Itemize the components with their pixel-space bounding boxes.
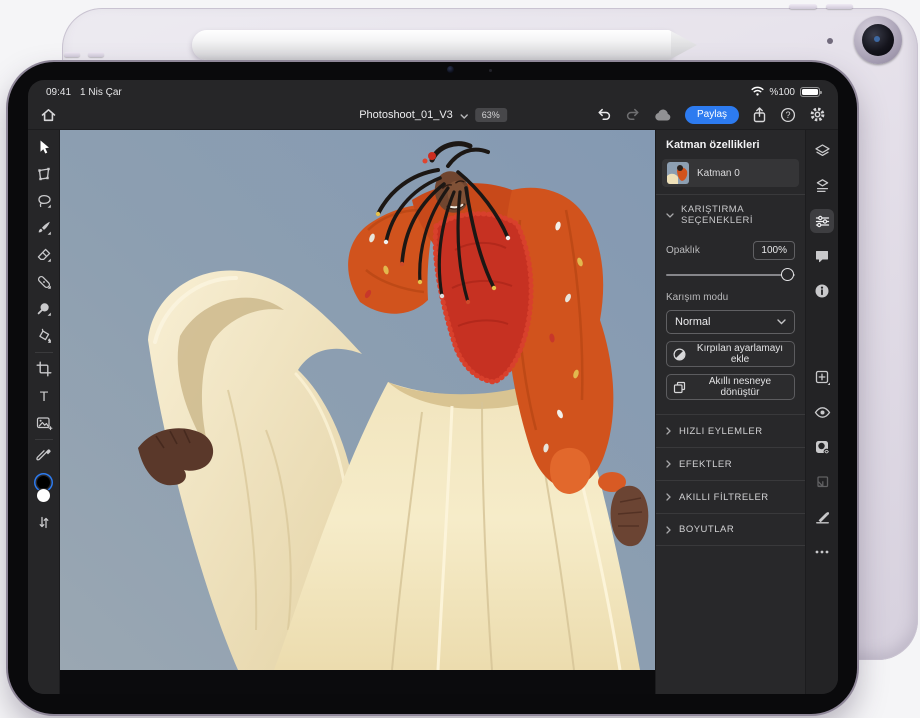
toolbar-divider xyxy=(35,439,53,440)
chevron-down-icon xyxy=(460,106,468,124)
undo-button[interactable] xyxy=(596,107,612,122)
blend-mode-dropdown[interactable]: Normal xyxy=(666,310,795,334)
blend-mode-label: Karışım modu xyxy=(666,292,795,303)
export-icon[interactable] xyxy=(752,107,767,123)
cloud-sync-icon[interactable] xyxy=(654,108,672,122)
swap-colors[interactable] xyxy=(35,513,53,531)
opacity-label: Opaklık xyxy=(666,245,700,256)
layer-name: Katman 0 xyxy=(697,168,740,179)
date: 1 Nis Çar xyxy=(80,87,122,98)
smart-object-icon xyxy=(673,381,686,394)
layer-stack-icon[interactable] xyxy=(810,174,834,198)
home-button[interactable] xyxy=(40,107,57,123)
adjustment-icon xyxy=(673,348,686,361)
send-back-icon[interactable] xyxy=(810,470,834,494)
opacity-slider[interactable] xyxy=(666,267,795,283)
brush-tool[interactable] xyxy=(35,219,53,237)
workspace: T xyxy=(28,130,838,694)
rear-camera-lens xyxy=(854,16,902,64)
share-button[interactable]: Paylaş xyxy=(685,106,739,124)
zoom-tool[interactable] xyxy=(35,300,53,318)
front-sensor xyxy=(489,69,492,72)
help-button[interactable]: ? xyxy=(780,107,796,123)
power-button xyxy=(826,4,853,9)
redo-button[interactable] xyxy=(625,107,641,122)
layer-mask-icon[interactable] xyxy=(810,435,834,459)
left-toolbar: T xyxy=(28,130,60,694)
foreground-color[interactable] xyxy=(37,476,50,489)
add-layer-icon[interactable] xyxy=(810,365,834,389)
panel-title: Katman özellikleri xyxy=(656,130,805,157)
chevron-right-icon xyxy=(666,493,671,501)
svg-text:T: T xyxy=(39,388,48,404)
more-options-icon[interactable] xyxy=(810,540,834,564)
place-photo-tool[interactable] xyxy=(35,414,53,432)
microphone-dot xyxy=(827,38,833,44)
opacity-slider-handle[interactable] xyxy=(781,268,794,281)
section-smart-filters[interactable]: AKILLI FİLTRELER xyxy=(656,480,805,513)
opacity-value[interactable]: 100% xyxy=(753,241,795,260)
chevron-right-icon xyxy=(666,427,671,435)
transform-tool[interactable] xyxy=(35,165,53,183)
chevron-right-icon xyxy=(666,460,671,468)
toolbar-divider xyxy=(35,352,53,353)
clock: 09:41 xyxy=(46,87,71,98)
layer-properties-panel: Katman özellikleri Katman 0 KARIŞTIRMA S… xyxy=(655,130,805,694)
properties-icon[interactable] xyxy=(810,209,834,233)
volume-up-button xyxy=(64,52,80,57)
top-button xyxy=(789,4,817,9)
canvas[interactable] xyxy=(60,130,655,694)
healing-brush-tool[interactable] xyxy=(35,273,53,291)
move-tool[interactable] xyxy=(35,138,53,156)
chevron-down-icon xyxy=(777,319,786,325)
eraser-tool[interactable] xyxy=(35,246,53,264)
visibility-icon[interactable] xyxy=(810,400,834,424)
background-color[interactable] xyxy=(37,489,50,502)
layers-icon[interactable] xyxy=(810,139,834,163)
app-bar: Photoshoot_01_V3 63% Paylaş xyxy=(28,100,838,130)
photoshop-app: 09:41 1 Nis Çar %100 Photoshoot_01_V3 63… xyxy=(28,80,838,694)
marketing-scene: 09:41 1 Nis Çar %100 Photoshoot_01_V3 63… xyxy=(0,0,920,718)
section-quick-actions[interactable]: HIZLI EYLEMLER xyxy=(656,414,805,447)
chevron-down-icon xyxy=(666,213,674,218)
photo-layer xyxy=(60,130,655,694)
apple-pencil xyxy=(192,30,672,60)
lasso-tool[interactable] xyxy=(35,192,53,210)
fill-tool[interactable] xyxy=(35,327,53,345)
status-bar: 09:41 1 Nis Çar %100 xyxy=(28,80,838,100)
section-dimensions[interactable]: BOYUTLAR xyxy=(656,513,805,546)
comments-icon[interactable] xyxy=(810,244,834,268)
svg-text:?: ? xyxy=(785,110,790,120)
volume-down-button xyxy=(88,52,104,57)
layer-row[interactable]: Katman 0 xyxy=(662,159,799,187)
blending-options-header[interactable]: KARIŞTIRMA SEÇENEKLERİ xyxy=(656,194,805,235)
battery-icon xyxy=(800,87,820,97)
zoom-level-badge[interactable]: 63% xyxy=(475,108,507,122)
right-icon-strip xyxy=(805,130,838,694)
front-camera xyxy=(447,66,454,73)
document-title[interactable]: Photoshoot_01_V3 xyxy=(359,109,453,121)
wifi-icon xyxy=(751,86,764,99)
document-title-group[interactable]: Photoshoot_01_V3 63% xyxy=(359,106,507,124)
chevron-right-icon xyxy=(666,526,671,534)
type-tool[interactable]: T xyxy=(35,387,53,405)
section-effects[interactable]: EFEKTLER xyxy=(656,447,805,480)
convert-smart-object-button[interactable]: Akıllı nesneye dönüştür xyxy=(666,374,795,400)
layer-thumbnail xyxy=(667,162,689,184)
settings-gear-icon[interactable] xyxy=(809,106,826,123)
crop-tool[interactable] xyxy=(35,360,53,378)
color-swatches xyxy=(35,476,53,504)
battery-percent: %100 xyxy=(769,87,795,98)
add-clipped-adjustment-button[interactable]: Kırpılan ayarlamayı ekle xyxy=(666,341,795,367)
info-icon[interactable] xyxy=(810,279,834,303)
clipping-mask-icon[interactable] xyxy=(810,505,834,529)
eyedropper-tool[interactable] xyxy=(35,447,53,465)
